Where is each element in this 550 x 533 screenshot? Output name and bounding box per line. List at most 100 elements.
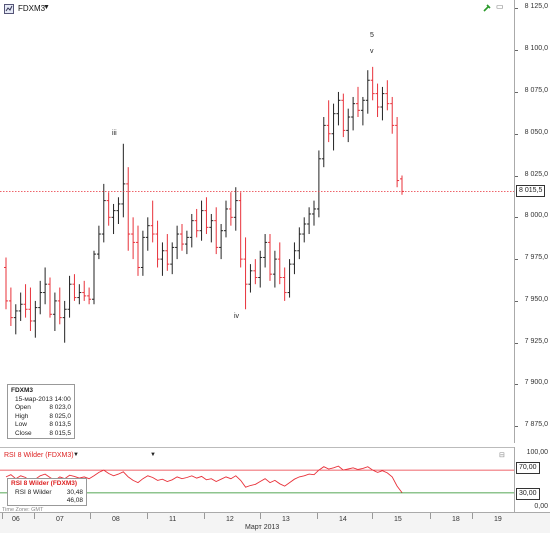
ohlc-bar xyxy=(214,207,219,255)
ohlc-bar xyxy=(321,117,326,168)
price-tick-label: 8 100,0 xyxy=(524,45,548,53)
ohlc-bar xyxy=(390,96,395,134)
ohlc-bar xyxy=(136,225,140,276)
price-tick-label: 7 975,0 xyxy=(524,254,548,262)
ohlc-bar xyxy=(43,267,48,305)
ohlc-bar xyxy=(72,274,77,301)
ohlc-high-value: 8 025,0 xyxy=(49,412,71,420)
ohlc-bar xyxy=(243,237,248,310)
ohlc-bar xyxy=(287,259,292,298)
ohlc-bar xyxy=(268,234,272,281)
ohlc-bar xyxy=(307,207,312,235)
wave-label-v: v xyxy=(370,48,374,55)
ohlc-bar xyxy=(87,287,92,305)
rsi-level-70-tag: 70,00 xyxy=(516,462,540,474)
ohlc-bar xyxy=(385,80,390,111)
ohlc-bar xyxy=(106,192,111,226)
ohlc-bar xyxy=(228,192,233,226)
ohlc-bar xyxy=(248,264,253,293)
ohlc-bar xyxy=(23,284,28,318)
ohlc-info-box: FDXM3 15-мар-2013 14:00 Open 8 023,0 High… xyxy=(7,384,75,439)
ohlc-bar xyxy=(331,103,336,151)
ohlc-datetime: 15-мар-2013 14:00 xyxy=(15,395,71,403)
wave-label-5: 5 xyxy=(370,32,374,39)
ohlc-bar xyxy=(360,96,365,126)
price-tick-label: 8 125,0 xyxy=(524,3,548,11)
ohlc-symbol: FDXM3 xyxy=(11,387,34,394)
price-tick-label: 7 900,0 xyxy=(524,379,548,387)
ohlc-bar xyxy=(346,108,351,143)
day-label: 08 xyxy=(112,516,120,523)
rsi-box-title: RSI 8 Wilder (FDXM3) xyxy=(11,480,78,487)
ohlc-bar xyxy=(160,242,165,276)
ohlc-bar xyxy=(101,183,106,243)
day-separator xyxy=(372,513,373,519)
ohlc-bar xyxy=(224,200,228,238)
day-label: 07 xyxy=(56,516,64,523)
ohlc-bar xyxy=(13,304,18,335)
ohlc-bar xyxy=(189,213,194,248)
rsi-box-label: RSI 8 Wilder xyxy=(15,488,52,496)
ohlc-bar xyxy=(253,259,258,285)
ohlc-bar xyxy=(52,292,57,331)
ohlc-low-label: Low xyxy=(15,421,27,428)
day-label: 13 xyxy=(282,516,290,523)
ohlc-bar xyxy=(302,217,307,243)
ohlc-close-label: Close xyxy=(15,429,32,437)
time-axis[interactable]: 06 07 08 11 12 13 14 15 18 19 Март 2013 xyxy=(0,512,550,533)
ohlc-low-value: 8 013,5 xyxy=(49,421,71,428)
ohlc-bar xyxy=(356,86,360,118)
ohlc-bar xyxy=(312,200,316,226)
price-tick-label: 8 025,0 xyxy=(524,170,548,178)
ohlc-bar xyxy=(219,224,224,260)
ohlc-bar xyxy=(282,267,287,301)
ohlc-bar xyxy=(277,242,282,285)
price-tick-label: 8 050,0 xyxy=(524,128,548,136)
ohlc-bar xyxy=(370,66,375,101)
price-tick-label: 8 000,0 xyxy=(524,212,548,220)
ohlc-open-value: 8 023,0 xyxy=(49,404,71,411)
price-tick-label: 7 925,0 xyxy=(524,337,548,345)
ohlc-bar xyxy=(238,192,243,268)
price-tick-mark xyxy=(515,50,518,52)
ohlc-bar xyxy=(204,197,209,235)
price-tick-label: 7 950,0 xyxy=(524,295,548,303)
price-tick-mark xyxy=(515,259,518,261)
rsi-panel[interactable]: RSI 8 Wilder (FDXM3) ▼ ▼ ⊟ RSI 8 Wilder … xyxy=(0,447,514,513)
day-label: 06 xyxy=(12,516,20,523)
wave-label-iv: iv xyxy=(234,313,240,320)
ohlc-bar xyxy=(150,200,155,243)
rsi-info-box: RSI 8 Wilder (FDXM3) RSI 8 Wilder 30,48 … xyxy=(7,478,87,506)
price-tick-label: 8 075,0 xyxy=(524,86,548,94)
ohlc-bar xyxy=(131,217,136,260)
ohlc-bar xyxy=(395,117,400,188)
ohlc-bar xyxy=(341,93,346,138)
ohlc-bar xyxy=(140,230,145,276)
price-tick-mark xyxy=(515,384,518,386)
ohlc-close-value: 8 015,5 xyxy=(49,429,71,437)
day-separator xyxy=(204,513,205,519)
ohlc-bar xyxy=(96,225,101,260)
price-tick-mark xyxy=(515,426,518,428)
ohlc-bar xyxy=(233,187,238,231)
ohlc-bar xyxy=(194,208,199,238)
price-tick-mark xyxy=(515,175,518,177)
price-tick-mark xyxy=(515,300,518,302)
ohlc-bar xyxy=(336,91,341,126)
ohlc-bar xyxy=(82,280,87,301)
ohlc-bar xyxy=(4,257,8,310)
wave-label-iii: iii xyxy=(112,130,117,137)
ohlc-bar xyxy=(175,225,180,260)
rsi-value-1: 30,48 xyxy=(66,488,83,496)
rsi-level-30-tag: 30,00 xyxy=(516,488,540,500)
price-axis[interactable]: 8 125,0 8 100,0 8 075,0 8 050,0 8 025,0 8 000… xyxy=(514,0,550,443)
ohlc-bar xyxy=(326,100,331,143)
ohlc-bar xyxy=(380,86,385,121)
current-price-tag: 8 015,5 xyxy=(516,185,546,198)
ohlc-bar xyxy=(316,150,321,218)
day-separator xyxy=(2,513,3,519)
price-tick-label: 7 875,0 xyxy=(524,421,548,429)
day-separator xyxy=(472,513,473,519)
rsi-axis[interactable]: 100,00 70,00 30,00 0,00 xyxy=(514,447,550,512)
price-chart-panel[interactable]: FDXM3 ▼ ▭ iii iv 5 v FDXM3 15-мар-2013 1… xyxy=(0,0,514,443)
